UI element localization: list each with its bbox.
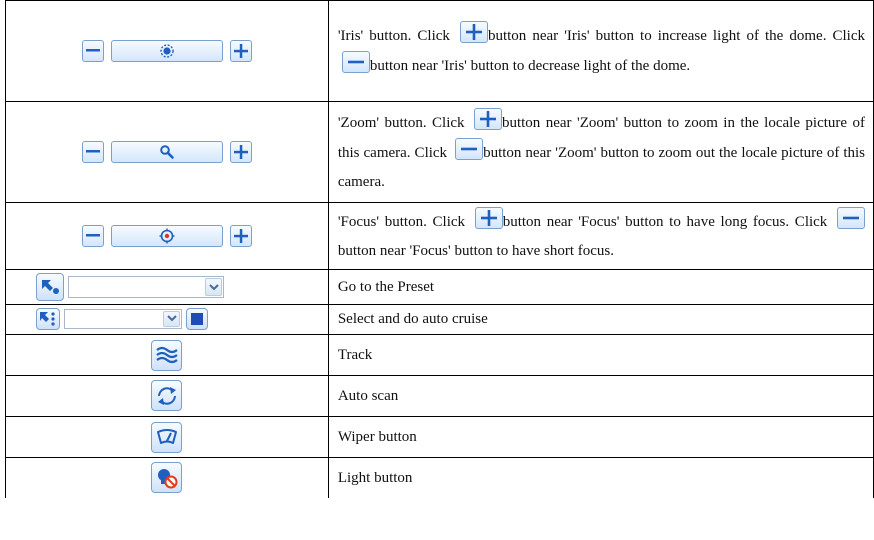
desc-text: 'Focus' button. Click	[337, 213, 471, 230]
desc-text: 'Iris' button. Click	[337, 28, 456, 44]
iris-icon	[160, 44, 174, 58]
cruise-button[interactable]	[36, 307, 60, 330]
table-row-autoscan: Auto scan	[5, 375, 874, 417]
zoom-minus-button[interactable]	[81, 141, 104, 163]
preset-select[interactable]	[68, 276, 224, 298]
zoom-button[interactable]	[110, 141, 223, 163]
minus-button-inline	[341, 51, 370, 73]
table-row-wiper: Wiper button	[5, 416, 874, 458]
track-description: Track	[327, 334, 874, 376]
plus-icon	[479, 110, 496, 127]
focus-icon	[159, 228, 175, 244]
minus-icon	[843, 216, 859, 219]
plus-icon	[233, 44, 248, 58]
preset-description: Go to the Preset	[327, 269, 874, 305]
table-row-focus: 'Focus' button. Click button near 'Focus…	[5, 202, 874, 270]
cruise-select-dropdown[interactable]	[163, 310, 180, 327]
wiper-description: Wiper button	[327, 416, 874, 458]
preset-select-dropdown[interactable]	[205, 278, 222, 296]
minus-icon	[85, 234, 100, 237]
plus-icon	[233, 229, 248, 243]
stop-icon	[191, 312, 203, 325]
iris-button[interactable]	[110, 40, 223, 62]
stop-cruise-button[interactable]	[186, 307, 208, 330]
desc-text: button near 'Iris' button to increase li…	[487, 28, 865, 44]
focus-minus-button[interactable]	[81, 225, 104, 247]
light-icon	[157, 468, 178, 489]
light-button[interactable]	[151, 462, 183, 494]
plus-button-inline	[459, 21, 488, 43]
chevron-down-icon	[166, 315, 177, 322]
focus-control-cell	[5, 202, 329, 270]
plus-icon	[465, 24, 482, 40]
table-row-zoom: 'Zoom' button. Click button near 'Zoom' …	[5, 101, 874, 203]
minus-button-inline	[837, 206, 865, 229]
desc-text: button near 'Iris' button to decrease li…	[369, 58, 691, 74]
iris-plus-button[interactable]	[229, 40, 252, 62]
table-row-cruise: Select and do auto cruise	[5, 304, 874, 335]
desc-text: Go to the Preset	[337, 278, 435, 295]
desc-text: Select and do auto cruise	[337, 311, 488, 327]
desc-text: button near 'Focus' button to have short…	[337, 242, 615, 259]
cruise-icon	[40, 311, 55, 326]
desc-text: 'Zoom' button. Click	[337, 114, 470, 131]
cruise-description: Select and do auto cruise	[327, 304, 874, 335]
autoscan-description: Auto scan	[327, 375, 874, 417]
plus-icon	[480, 209, 497, 226]
autoscan-control-cell	[5, 375, 329, 417]
controls-table: 'Iris' button. Click button near 'Iris' …	[5, 0, 874, 498]
zoom-icon	[160, 145, 174, 159]
plus-icon	[233, 145, 248, 159]
cruise-select[interactable]	[64, 308, 182, 329]
table-row-light: Light button	[5, 457, 874, 498]
light-control-cell	[5, 457, 329, 498]
goto-preset-icon	[42, 280, 59, 294]
plus-button-inline	[473, 107, 502, 130]
minus-button-inline	[455, 137, 484, 160]
light-description: Light button	[327, 457, 874, 498]
zoom-plus-button[interactable]	[229, 141, 252, 163]
wiper-icon	[156, 429, 177, 444]
track-button[interactable]	[151, 339, 183, 371]
plus-button-inline	[474, 206, 503, 229]
desc-text: Light button	[337, 469, 413, 486]
chevron-down-icon	[208, 283, 219, 290]
minus-icon	[85, 150, 100, 153]
auto-scan-button[interactable]	[151, 380, 183, 412]
table-row-preset: Go to the Preset	[5, 269, 874, 305]
zoom-description: 'Zoom' button. Click button near 'Zoom' …	[327, 101, 874, 203]
table-row-iris: 'Iris' button. Click button near 'Iris' …	[5, 0, 874, 102]
wiper-control-cell	[5, 416, 329, 458]
zoom-control-cell	[5, 101, 329, 203]
desc-text: Track	[337, 346, 373, 363]
iris-control-cell	[5, 0, 329, 102]
focus-plus-button[interactable]	[229, 225, 252, 247]
minus-icon	[461, 147, 478, 150]
desc-text: Auto scan	[337, 387, 399, 404]
track-control-cell	[5, 334, 329, 376]
iris-minus-button[interactable]	[81, 40, 104, 62]
focus-button[interactable]	[110, 225, 223, 247]
goto-preset-button[interactable]	[36, 273, 64, 301]
track-icon	[156, 346, 178, 364]
desc-text: Wiper button	[337, 428, 417, 445]
preset-control-cell	[5, 269, 329, 305]
desc-text: button near 'Focus' button to have long …	[502, 213, 833, 230]
table-row-track: Track	[5, 334, 874, 376]
cruise-control-cell	[5, 304, 329, 335]
focus-description: 'Focus' button. Click button near 'Focus…	[327, 202, 874, 270]
minus-icon	[85, 49, 100, 52]
iris-description: 'Iris' button. Click button near 'Iris' …	[327, 0, 874, 102]
auto-scan-icon	[157, 386, 176, 405]
wiper-button[interactable]	[151, 421, 183, 453]
minus-icon	[347, 60, 364, 64]
